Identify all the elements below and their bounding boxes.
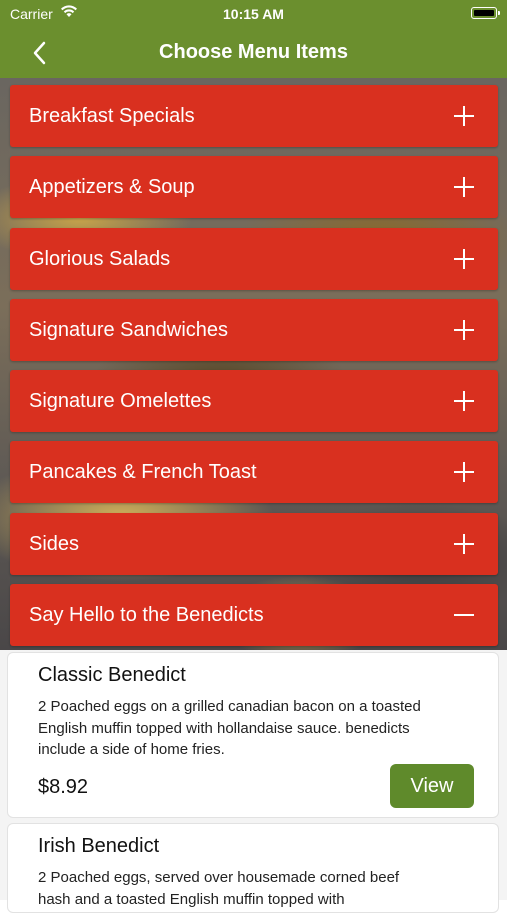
plus-icon <box>454 106 474 126</box>
category-signature-sandwiches[interactable]: Signature Sandwiches <box>10 298 498 361</box>
page-title: Choose Menu Items <box>159 41 348 63</box>
category-label: Pancakes & French Toast <box>29 461 257 484</box>
category-label: Say Hello to the Benedicts <box>29 604 264 627</box>
category-glorious-salads[interactable]: Glorious Salads <box>10 227 498 290</box>
category-label: Appetizers & Soup <box>29 176 195 199</box>
battery-icon <box>471 7 500 19</box>
category-label: Breakfast Specials <box>29 105 195 127</box>
category-label: Sides <box>29 532 80 555</box>
category-benedicts[interactable]: Say Hello to the Benedicts <box>10 584 498 647</box>
plus-icon <box>454 462 474 483</box>
menu-item-price: $8.92 <box>38 776 89 798</box>
plus-icon <box>454 391 474 412</box>
plus-icon <box>454 319 474 340</box>
category-label: Signature Omelettes <box>29 390 212 413</box>
plus-icon <box>454 177 474 198</box>
category-pancakes-french-toast[interactable]: Pancakes & French Toast <box>10 441 498 504</box>
menu-item-name: Classic Benedict <box>38 664 186 686</box>
menu-item-card: Classic Benedict 2 Poached eggs on a gri… <box>7 652 499 818</box>
category-label: Signature Sandwiches <box>29 318 229 341</box>
category-signature-omelettes[interactable]: Signature Omelettes <box>10 370 498 433</box>
view-button[interactable]: View <box>390 764 474 808</box>
plus-icon <box>454 533 474 554</box>
menu-item-list: Classic Benedict 2 Poached eggs on a gri… <box>0 650 507 913</box>
category-list: Breakfast Specials Appetizers & Soup Glo… <box>10 85 498 655</box>
category-sides[interactable]: Sides <box>10 512 498 575</box>
category-appetizers-soup[interactable]: Appetizers & Soup <box>10 156 498 219</box>
menu-item-name: Irish Benedict <box>38 835 160 857</box>
menu-item-description: 2 Poached eggs, served over housemade co… <box>38 869 400 908</box>
minus-icon <box>454 605 474 625</box>
nav-bar: Choose Menu Items <box>0 28 507 78</box>
status-bar: Carrier 10:15 AM <box>0 0 507 28</box>
menu-item-description: 2 Poached eggs on a grilled canadian bac… <box>38 698 421 758</box>
status-time: 10:15 AM <box>223 6 284 22</box>
plus-icon <box>454 248 474 269</box>
category-breakfast-specials[interactable]: Breakfast Specials <box>10 85 498 147</box>
category-label: Glorious Salads <box>29 247 171 270</box>
